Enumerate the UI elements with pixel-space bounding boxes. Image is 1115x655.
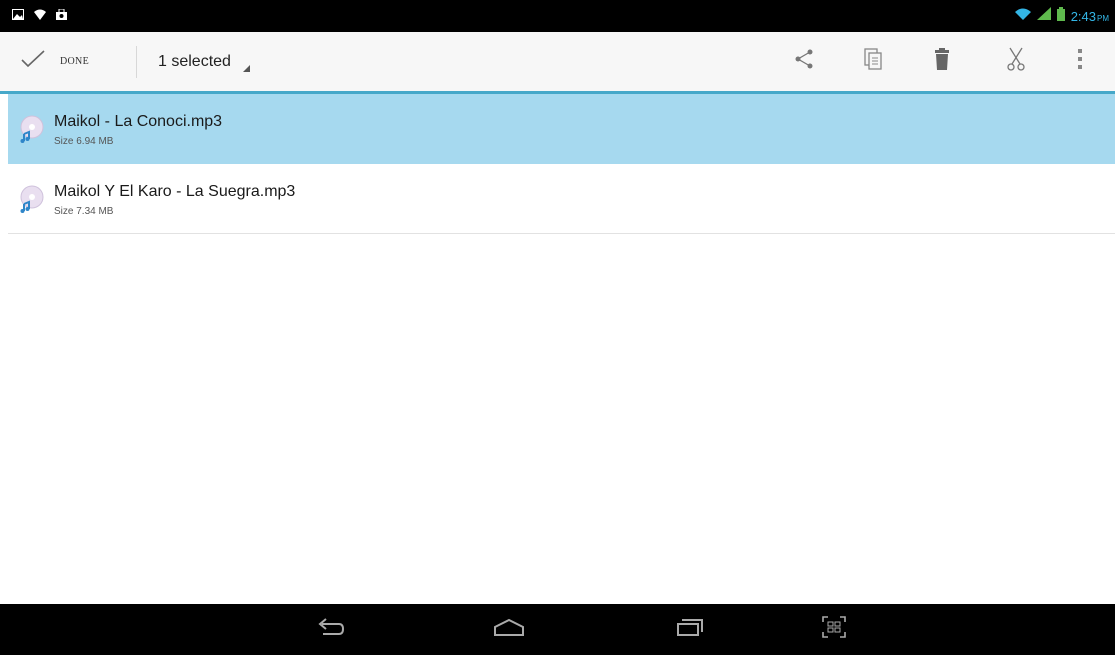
checkmark-icon [20, 50, 46, 73]
cut-icon [1006, 47, 1026, 76]
status-bar: 2:43PM [0, 0, 1115, 32]
copy-button[interactable] [853, 32, 893, 91]
recent-apps-button[interactable] [660, 604, 720, 655]
screenshot-icon [822, 616, 846, 643]
done-button[interactable]: DONE [20, 32, 130, 91]
clock-time: 2:43 [1070, 8, 1096, 24]
selection-dropdown[interactable]: 1 selected [158, 32, 250, 91]
bag-icon [56, 7, 67, 25]
screenshot-button[interactable] [804, 604, 864, 655]
home-button[interactable] [479, 604, 539, 655]
home-icon [493, 618, 525, 641]
overflow-menu-button[interactable] [1060, 32, 1100, 91]
selection-count-label: 1 selected [158, 52, 231, 70]
share-icon [793, 48, 815, 75]
cut-button[interactable] [996, 32, 1036, 91]
back-icon [317, 618, 345, 641]
share-button[interactable] [784, 32, 824, 91]
overflow-menu-icon [1077, 47, 1083, 76]
delete-icon [933, 48, 951, 75]
delete-button[interactable] [922, 32, 962, 91]
contextual-action-bar: DONE 1 selected [0, 32, 1115, 94]
file-size: Size 6.94 MB [54, 136, 114, 147]
status-icons-right: 2:43PM [1014, 0, 1109, 32]
file-list-item[interactable]: Maikol Y El Karo - La Suegra.mp3 Size 7.… [8, 164, 1115, 234]
audio-file-icon [18, 184, 44, 214]
back-button[interactable] [301, 604, 361, 655]
file-name: Maikol Y El Karo - La Suegra.mp3 [54, 183, 296, 200]
audio-file-icon [18, 114, 44, 144]
battery-icon [1056, 6, 1065, 26]
file-size: Size 7.34 MB [54, 206, 114, 217]
copy-icon [864, 48, 882, 75]
action-bar-divider [136, 46, 137, 78]
done-label: DONE [60, 56, 89, 67]
file-name: Maikol - La Conoci.mp3 [54, 113, 223, 130]
file-list-item[interactable]: Maikol - La Conoci.mp3 Size 6.94 MB [8, 94, 1115, 164]
clock: 2:43PM [1071, 9, 1109, 24]
wifi-question-icon [34, 7, 46, 25]
navigation-bar [0, 604, 1115, 655]
dropdown-triangle-icon [242, 65, 250, 72]
signal-icon [1036, 7, 1051, 25]
recent-apps-icon [676, 618, 704, 641]
clock-ampm: PM [1097, 13, 1109, 23]
file-list: Maikol - La Conoci.mp3 Size 6.94 MB Maik… [8, 94, 1115, 234]
wifi-icon [1014, 7, 1031, 25]
picture-icon [12, 7, 24, 25]
status-icons-left [12, 0, 67, 32]
